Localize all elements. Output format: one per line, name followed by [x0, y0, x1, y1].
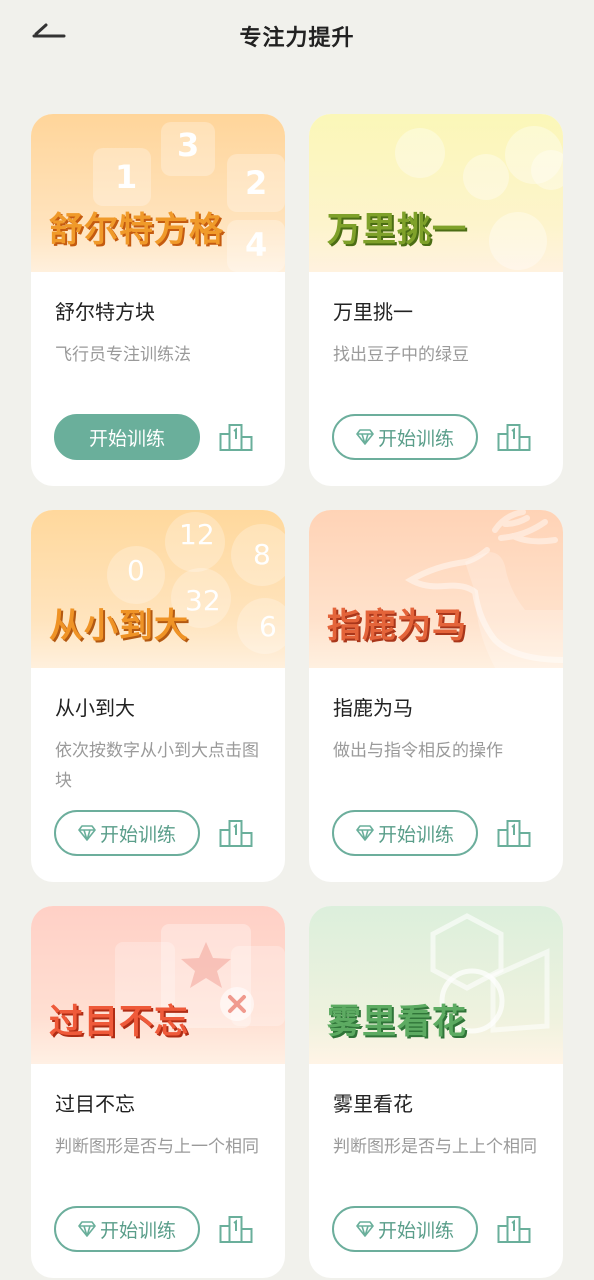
card-description: 判断图形是否与上一个相同 — [55, 1137, 259, 1157]
card-description: 飞行员专注训练法 — [55, 345, 191, 365]
page-title: 专注力提升 — [239, 26, 355, 51]
bean-circle — [531, 150, 563, 190]
podium-icon[interactable] — [219, 818, 253, 848]
deco-number: 8 — [253, 538, 271, 571]
card-small-to-big[interactable]: 12 0 8 32 6 从小到大 从小到大 依次按数字从小到大点击图块 开始训练 — [31, 510, 285, 882]
podium-icon[interactable] — [497, 818, 531, 848]
deco-number: 32 — [185, 584, 221, 617]
bean-circle — [489, 212, 547, 270]
card-memory[interactable]: 过目不忘 过目不忘 判断图形是否与上一个相同 开始训练 — [31, 906, 285, 1278]
deco-number: 12 — [179, 518, 215, 551]
podium-icon[interactable] — [497, 422, 531, 452]
game-grid: 3 1 2 4 舒尔特方格 舒尔特方块 飞行员专注训练法 开始训练 万里挑一 万… — [31, 114, 563, 1278]
card-title: 指鹿为马 — [333, 696, 413, 720]
podium-icon[interactable] — [219, 1214, 253, 1244]
card-pick-one[interactable]: 万里挑一 万里挑一 找出豆子中的绿豆 开始训练 — [309, 114, 563, 486]
banner-title: 指鹿为马 — [327, 606, 467, 646]
button-label: 开始训练 — [377, 1219, 454, 1242]
banner-title: 万里挑一 — [327, 210, 467, 250]
deco-number: 1 — [115, 158, 138, 196]
button-label: 开始训练 — [88, 427, 165, 450]
banner-title: 过目不忘 — [49, 1002, 189, 1042]
card-title: 万里挑一 — [333, 300, 413, 324]
square-icon — [490, 948, 550, 1033]
card-description: 依次按数字从小到大点击图块 — [55, 741, 259, 791]
start-training-button[interactable]: 开始训练 — [54, 1206, 200, 1252]
diamond-icon — [356, 1221, 374, 1237]
card-title: 从小到大 — [55, 696, 135, 720]
deco-number: 2 — [245, 164, 268, 202]
card-banner: 12 0 8 32 6 从小到大 — [31, 510, 285, 668]
banner-title: 舒尔特方格 — [49, 210, 224, 250]
button-label: 开始训练 — [99, 823, 176, 846]
banner-title: 从小到大 — [49, 606, 189, 646]
card-banner: 雾里看花 — [309, 906, 563, 1064]
diamond-icon — [78, 825, 96, 841]
card-banner: 3 1 2 4 舒尔特方格 — [31, 114, 285, 272]
start-training-button[interactable]: 开始训练 — [332, 810, 478, 856]
deco-number: 6 — [259, 610, 277, 643]
card-banner: 过目不忘 — [31, 906, 285, 1064]
star-icon — [181, 942, 231, 988]
start-training-button[interactable]: 开始训练 — [54, 810, 200, 856]
deco-number: 0 — [127, 554, 145, 587]
card-banner: 万里挑一 — [309, 114, 563, 272]
start-training-button[interactable]: 开始训练 — [332, 414, 478, 460]
wrong-mark-icon — [220, 987, 254, 1021]
podium-icon[interactable] — [497, 1214, 531, 1244]
button-label: 开始训练 — [99, 1219, 176, 1242]
button-label: 开始训练 — [377, 823, 454, 846]
bean-circle — [463, 154, 509, 200]
banner-title: 雾里看花 — [327, 1002, 467, 1042]
card-title: 雾里看花 — [333, 1092, 413, 1116]
diamond-icon — [356, 825, 374, 841]
card-title: 舒尔特方块 — [55, 300, 155, 324]
card-banner: 指鹿为马 — [309, 510, 563, 668]
podium-icon[interactable] — [219, 422, 253, 452]
start-training-button[interactable]: 开始训练 — [54, 414, 200, 460]
card-fog-flower[interactable]: 雾里看花 雾里看花 判断图形是否与上上个相同 开始训练 — [309, 906, 563, 1278]
card-description: 判断图形是否与上上个相同 — [333, 1137, 537, 1157]
card-deer-horse[interactable]: 指鹿为马 指鹿为马 做出与指令相反的操作 开始训练 — [309, 510, 563, 882]
deco-number: 3 — [177, 126, 200, 164]
button-label: 开始训练 — [377, 427, 454, 450]
card-schulte[interactable]: 3 1 2 4 舒尔特方格 舒尔特方块 飞行员专注训练法 开始训练 — [31, 114, 285, 486]
diamond-icon — [356, 429, 374, 445]
start-training-button[interactable]: 开始训练 — [332, 1206, 478, 1252]
diamond-icon — [78, 1221, 96, 1237]
card-description: 做出与指令相反的操作 — [333, 741, 503, 761]
deco-number: 4 — [245, 226, 268, 264]
bean-circle — [395, 128, 445, 178]
card-title: 过目不忘 — [55, 1092, 135, 1116]
card-description: 找出豆子中的绿豆 — [333, 345, 469, 365]
top-bar: 专注力提升 — [0, 0, 594, 70]
